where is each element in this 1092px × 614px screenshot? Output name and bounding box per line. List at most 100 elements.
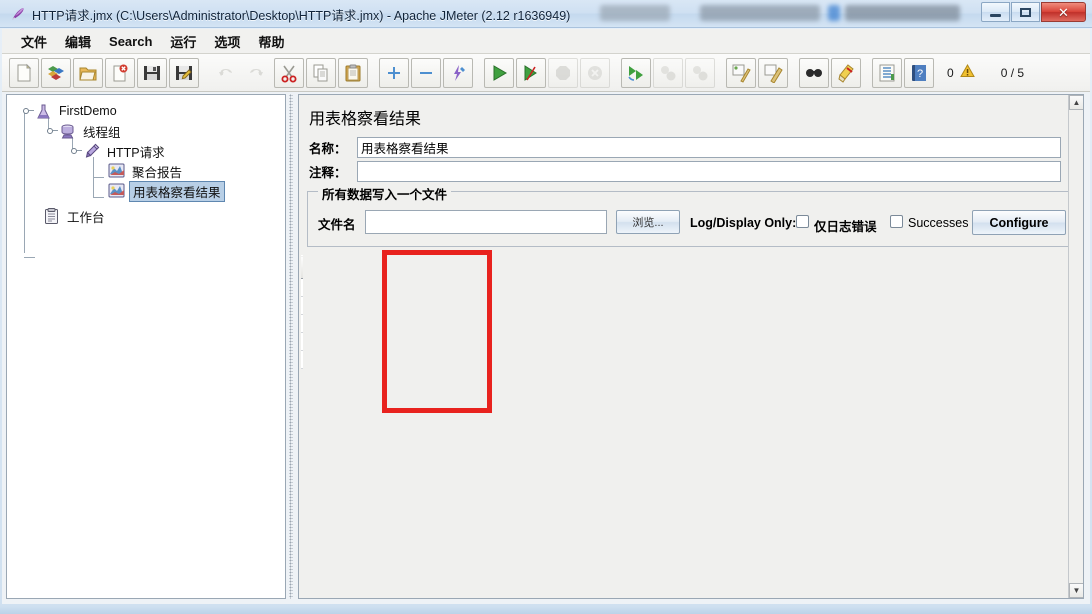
errors-checkbox-label: 仅日志错误 [814, 220, 877, 234]
name-label: 名称： [309, 142, 347, 156]
obscured-region [845, 5, 960, 21]
jmeter-feather-icon [10, 6, 26, 22]
menu-bar: 文件 编辑 Search 运行 选项 帮助 [2, 29, 1090, 54]
templates-button[interactable] [41, 57, 71, 88]
toggle-button[interactable] [443, 57, 473, 88]
test-plan-tree: FirstDemo 线程组 HTTP请求 聚合报告 用表格察看结果 工作台 [7, 95, 285, 258]
http-sampler-icon [83, 143, 100, 160]
tree-label: 聚合报告 [132, 165, 183, 180]
stop-button [548, 57, 578, 88]
window-controls: ✕ [981, 2, 1086, 22]
tree-node-aggregate-report[interactable]: 聚合报告 [15, 161, 285, 181]
configure-button[interactable]: Configure [972, 210, 1066, 235]
tree-node-firstdemo[interactable]: FirstDemo [15, 101, 285, 121]
comment-row: 注释： [309, 161, 1069, 182]
errors-checkbox[interactable] [796, 215, 809, 228]
redo-button [242, 58, 272, 88]
tree-node-thread-group[interactable]: 线程组 [15, 121, 285, 141]
listener-icon [108, 163, 125, 180]
warning-count: 0 [947, 65, 954, 80]
menu-file[interactable]: 文件 [12, 29, 56, 54]
expander-icon[interactable] [71, 146, 82, 156]
close-file-button[interactable] [105, 57, 135, 88]
browse-button[interactable]: 浏览... [616, 210, 680, 234]
tree-node-view-results-in-table[interactable]: 用表格察看结果 [15, 180, 285, 202]
thread-group-icon [59, 123, 76, 140]
clear-button[interactable] [726, 57, 756, 88]
expand-all-button[interactable] [379, 57, 409, 88]
successes-checkbox-label: Successes [908, 216, 969, 230]
save-button[interactable] [137, 57, 167, 88]
save-as-button[interactable] [169, 57, 199, 88]
split-divider[interactable] [287, 94, 297, 599]
toolbar: ? 0 0 / 5 [2, 54, 1090, 92]
menu-search[interactable]: Search [100, 31, 161, 52]
tree-guide [24, 257, 35, 258]
warning-indicator[interactable]: 0 [947, 63, 975, 81]
menu-run[interactable]: 运行 [161, 29, 205, 54]
menu-help[interactable]: 帮助 [249, 29, 293, 54]
filename-label: 文件名 [318, 218, 356, 232]
paste-button[interactable] [338, 57, 368, 88]
tree-label-selected: 用表格察看结果 [129, 180, 225, 202]
test-plan-icon [35, 103, 52, 120]
page-title: 用表格察看结果 [309, 111, 422, 128]
scroll-down-icon[interactable]: ▼ [1069, 583, 1083, 598]
listener-icon [108, 183, 125, 200]
tree-label: 线程组 [83, 125, 121, 140]
name-row: 名称： [309, 137, 1069, 158]
remote-shutdown-all-button [685, 57, 715, 88]
restore-button[interactable] [1011, 2, 1040, 22]
tree-label: FirstDemo [59, 104, 117, 118]
remote-start-all-button[interactable] [621, 57, 651, 88]
shutdown-button [580, 57, 610, 88]
scroll-up-icon[interactable]: ▲ [1069, 95, 1083, 110]
remote-stop-all-button [653, 57, 683, 88]
workbench-icon [43, 207, 60, 225]
start-no-timers-button[interactable] [516, 57, 546, 88]
close-button[interactable]: ✕ [1041, 2, 1086, 22]
listener-panel: 用表格察看结果 名称： 注释： 所有数据写入一个文件 文件名 浏览... Log… [298, 94, 1084, 599]
open-button[interactable] [73, 57, 103, 88]
minimize-button[interactable] [981, 2, 1010, 22]
svg-text:?: ? [917, 68, 923, 80]
copy-button[interactable] [306, 57, 336, 88]
obscured-region [700, 5, 820, 21]
successes-checkbox[interactable] [890, 215, 903, 228]
test-plan-tree-pane[interactable]: FirstDemo 线程组 HTTP请求 聚合报告 用表格察看结果 工作台 [6, 94, 286, 599]
panel-vertical-scrollbar[interactable]: ▲ ▼ [1068, 95, 1083, 598]
comment-label: 注释： [309, 166, 347, 180]
filename-input[interactable] [365, 210, 607, 234]
tree-node-workbench[interactable]: 工作台 [15, 206, 285, 226]
warning-triangle-icon [959, 63, 975, 81]
window-title: HTTP请求.jmx (C:\Users\Administrator\Deskt… [32, 9, 571, 23]
name-input[interactable] [357, 137, 1061, 158]
log-display-only-label: Log/Display Only: [690, 216, 797, 230]
start-button[interactable] [484, 57, 514, 88]
tree-label: 工作台 [67, 210, 105, 225]
results-table-container[interactable]: Sample # Start Time Thread Name Label Sa… [301, 255, 1081, 596]
new-button[interactable] [9, 57, 39, 88]
search-icon-button[interactable] [799, 57, 829, 88]
menu-edit[interactable]: 编辑 [56, 29, 100, 54]
clear-all-button[interactable] [758, 57, 788, 88]
expander-icon[interactable] [23, 106, 34, 116]
collapse-all-button[interactable] [411, 57, 441, 88]
obscured-region [600, 5, 670, 21]
search-reset-button[interactable] [831, 57, 861, 88]
thread-counter: 0 / 5 [1000, 65, 1025, 80]
main-split-pane: FirstDemo 线程组 HTTP请求 聚合报告 用表格察看结果 工作台 用表… [2, 92, 1090, 604]
function-helper-button[interactable] [872, 57, 902, 88]
write-all-data-group: 所有数据写入一个文件 文件名 浏览... Log/Display Only: 仅… [307, 184, 1069, 247]
comment-input[interactable] [357, 161, 1061, 182]
obscured-region [828, 5, 840, 21]
tree-node-http-request[interactable]: HTTP请求 [15, 141, 285, 161]
jmeter-window: HTTP请求.jmx (C:\Users\Administrator\Deskt… [0, 0, 1092, 614]
cut-button[interactable] [274, 57, 304, 88]
help-button[interactable]: ? [904, 57, 934, 88]
expander-icon[interactable] [47, 126, 58, 136]
group-title: 所有数据写入一个文件 [318, 184, 452, 203]
tree-label: HTTP请求 [107, 145, 165, 160]
menu-options[interactable]: 选项 [205, 29, 249, 54]
title-bar: HTTP请求.jmx (C:\Users\Administrator\Deskt… [0, 0, 1092, 28]
